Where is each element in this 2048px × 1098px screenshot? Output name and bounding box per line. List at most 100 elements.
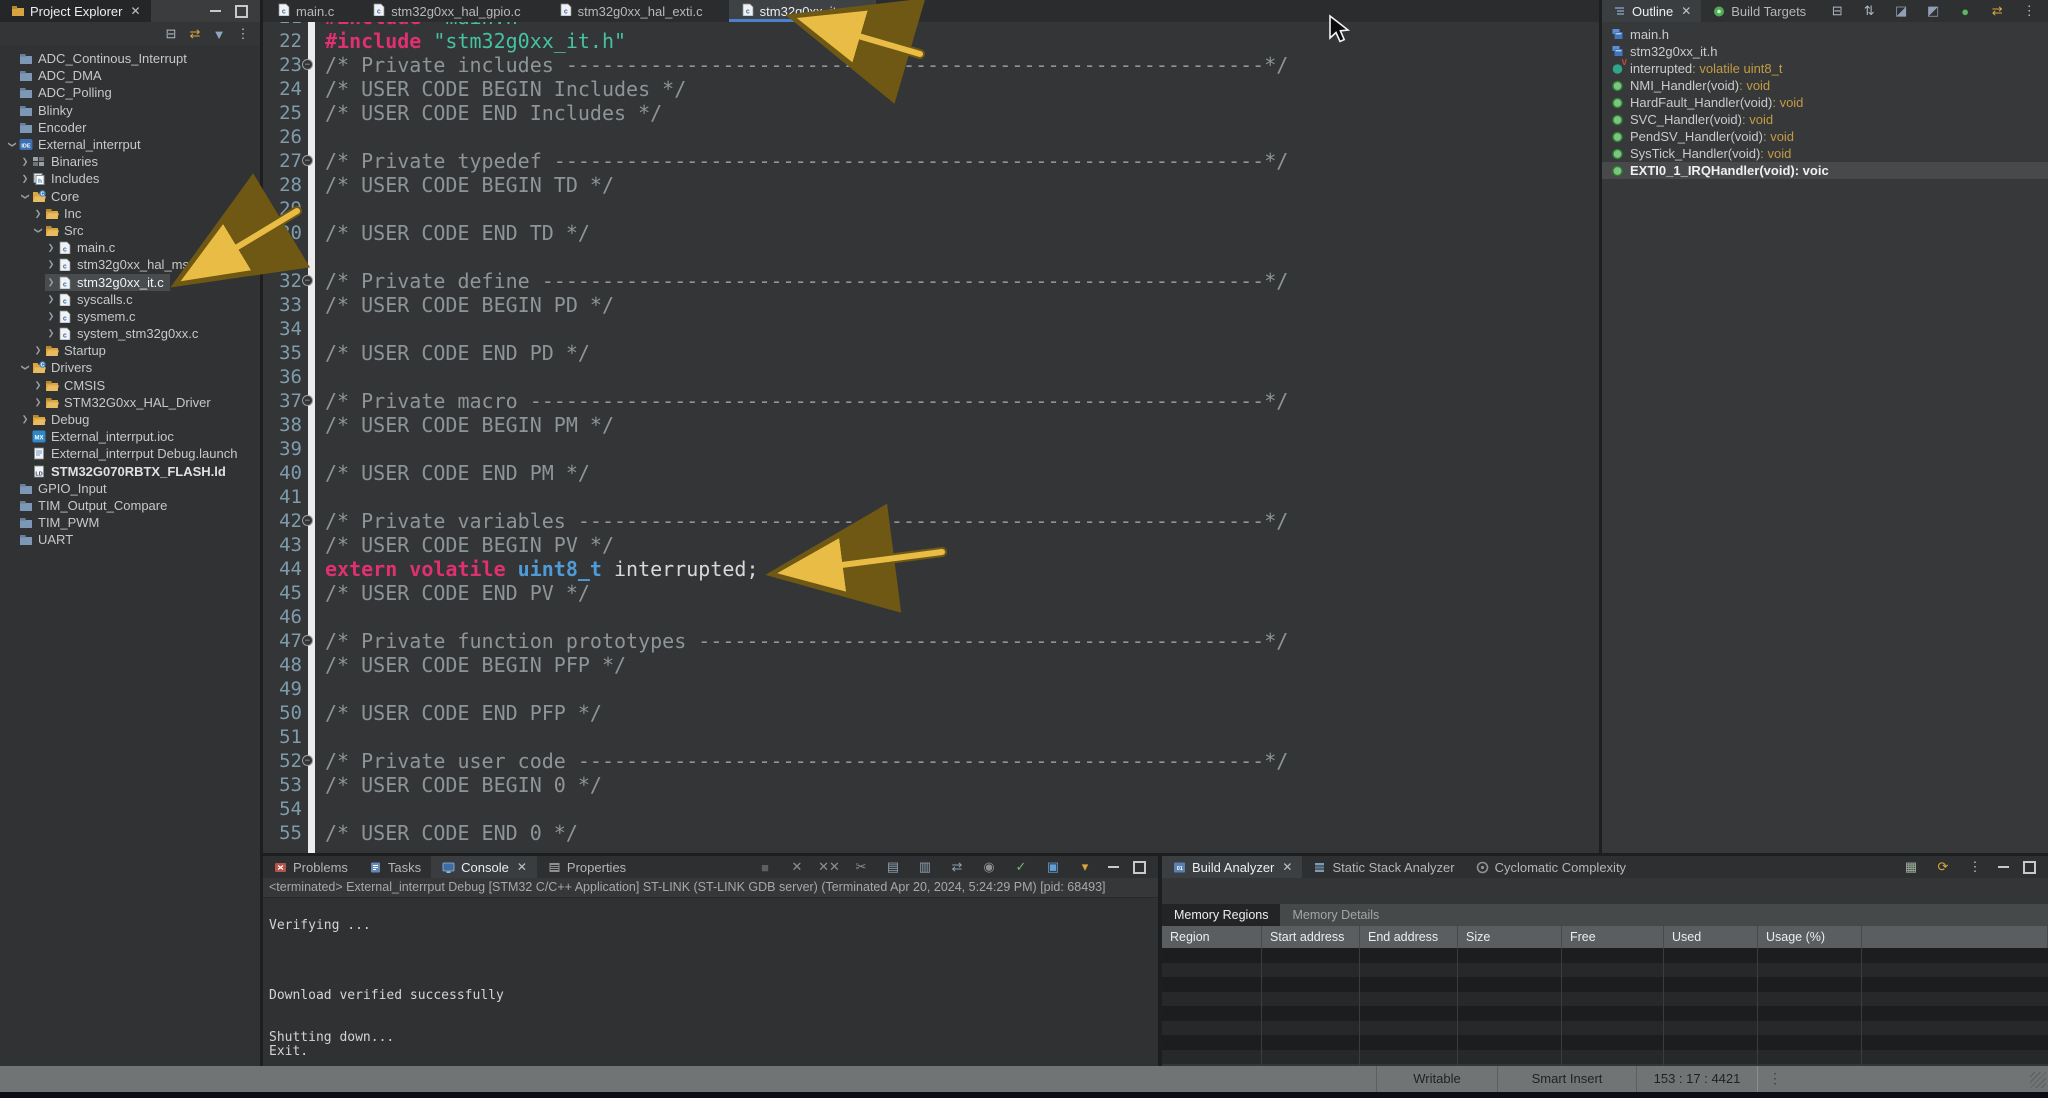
code-line-30[interactable]: 30/* USER CODE END TD */ xyxy=(263,221,1599,245)
view-menu-icon[interactable]: ⋮ xyxy=(234,25,252,43)
tree-item-tim-output-compare[interactable]: TIM_Output_Compare xyxy=(0,497,260,514)
tree-item-inc[interactable]: ❯Inc xyxy=(0,205,260,222)
tab-static-stack-analyzer[interactable]: Static Stack Analyzer xyxy=(1302,856,1464,878)
code-line-37[interactable]: 37−/* Private macro --------------------… xyxy=(263,389,1599,413)
view-menu-icon[interactable]: ⋮ xyxy=(1966,858,1984,876)
tab-cyclomatic-complexity[interactable]: Cyclomatic Complexity xyxy=(1465,856,1636,878)
tab-project-explorer[interactable]: Project Explorer ✕ xyxy=(0,0,151,22)
code-line-54[interactable]: 54 xyxy=(263,797,1599,821)
outline-item-svc-handler-void-[interactable]: SVC_Handler(void) : void xyxy=(1602,111,2048,128)
fold-marker-icon[interactable]: − xyxy=(302,275,313,286)
code-line-33[interactable]: 33/* USER CODE BEGIN PD */ xyxy=(263,293,1599,317)
close-icon[interactable]: ✕ xyxy=(517,860,527,874)
column-header-end-address[interactable]: End address xyxy=(1360,926,1458,948)
column-header-start-address[interactable]: Start address xyxy=(1262,926,1360,948)
tree-item-debug[interactable]: ❯Debug xyxy=(0,411,260,428)
code-line-27[interactable]: 27−/* Private typedef ------------------… xyxy=(263,149,1599,173)
close-icon[interactable]: ✕ xyxy=(1282,860,1292,874)
expander-icon[interactable]: ❯ xyxy=(20,363,30,374)
collapse-all-icon[interactable]: ⊟ xyxy=(1828,2,1846,20)
code-line-44[interactable]: 44extern volatile uint8_t interrupted; xyxy=(263,557,1599,581)
tree-item-external-interrput[interactable]: ❯IDEExternal_interrput xyxy=(0,136,260,153)
expander-icon[interactable]: ❯ xyxy=(46,329,57,339)
tree-item-main-c[interactable]: ❯cmain.c xyxy=(0,239,260,256)
fold-marker-icon[interactable]: − xyxy=(302,395,313,406)
code-line-38[interactable]: 38/* USER CODE BEGIN PM */ xyxy=(263,413,1599,437)
expander-icon[interactable]: ❯ xyxy=(46,243,57,253)
hide-fields-icon[interactable]: ◪ xyxy=(1892,2,1910,20)
tree-item-startup[interactable]: ❯Startup xyxy=(0,342,260,359)
editor-tab-stm32g0xx-hal-exti-c[interactable]: cstm32g0xx_hal_exti.c xyxy=(547,0,715,22)
editor-tab-stm32g0xx-hal-gpio-c[interactable]: cstm32g0xx_hal_gpio.c xyxy=(360,0,532,22)
outline-item-hardfault-handler-void-[interactable]: HardFault_Handler(void) : void xyxy=(1602,94,2048,111)
expander-icon[interactable]: ❯ xyxy=(33,380,44,390)
tree-item-cmsis[interactable]: ❯CMSIS xyxy=(0,377,260,394)
tree-item-stm32g0xx-hal-msp-c[interactable]: ❯cstm32g0xx_hal_msp.c xyxy=(0,256,260,273)
fold-marker-icon[interactable]: − xyxy=(302,155,313,166)
view-menu-icon[interactable]: ⋮ xyxy=(2020,2,2038,20)
close-icon[interactable]: ✕ xyxy=(854,4,864,18)
sort-icon[interactable]: ⇅ xyxy=(1860,2,1878,20)
code-line-31[interactable]: 31 xyxy=(263,245,1599,269)
close-icon[interactable]: ✕ xyxy=(130,4,140,18)
code-line-34[interactable]: 34 xyxy=(263,317,1599,341)
refresh-icon[interactable]: ⟳ xyxy=(1934,858,1952,876)
clear-console-icon[interactable]: ✂ xyxy=(852,858,870,876)
code-line-36[interactable]: 36 xyxy=(263,365,1599,389)
code-line-40[interactable]: 40/* USER CODE END PM */ xyxy=(263,461,1599,485)
hide-static-icon[interactable]: ◩ xyxy=(1924,2,1942,20)
code-line-39[interactable]: 39 xyxy=(263,437,1599,461)
tree-item-core[interactable]: ❯CCore xyxy=(0,188,260,205)
tree-item-tim-pwm[interactable]: TIM_PWM xyxy=(0,514,260,531)
tree-item-uart[interactable]: UART xyxy=(0,531,260,548)
expander-icon[interactable]: ❯ xyxy=(20,174,31,184)
code-line-29[interactable]: 29 xyxy=(263,197,1599,221)
tab-console[interactable]: Console✕ xyxy=(431,856,537,878)
tab-build-analyzer[interactable]: 01Build Analyzer✕ xyxy=(1162,856,1302,878)
tab-properties[interactable]: Properties xyxy=(537,856,636,878)
code-line-42[interactable]: 42−/* Private variables ----------------… xyxy=(263,509,1599,533)
fold-marker-icon[interactable]: − xyxy=(302,635,313,646)
code-line-26[interactable]: 26 xyxy=(263,125,1599,149)
subtab-memory-regions[interactable]: Memory Regions xyxy=(1162,904,1280,926)
maximize-icon[interactable] xyxy=(235,5,248,18)
word-wrap-icon[interactable]: ▥ xyxy=(916,858,934,876)
outline-item-nmi-handler-void-[interactable]: NMI_Handler(void) : void xyxy=(1602,77,2048,94)
code-line-55[interactable]: 55/* USER CODE END 0 */ xyxy=(263,821,1599,845)
outline-item-main-h[interactable]: main.h xyxy=(1602,26,2048,43)
tree-item-external-interrput-ioc[interactable]: MXExternal_interrput.ioc xyxy=(0,428,260,445)
tree-item-system-stm32g0xx-c[interactable]: ❯csystem_stm32g0xx.c xyxy=(0,325,260,342)
code-line-22[interactable]: 22#include "stm32g0xx_it.h" xyxy=(263,29,1599,53)
code-line-53[interactable]: 53/* USER CODE BEGIN 0 */ xyxy=(263,773,1599,797)
expander-icon[interactable]: ❯ xyxy=(20,415,31,425)
column-header-used[interactable]: Used xyxy=(1664,926,1758,948)
code-line-45[interactable]: 45/* USER CODE END PV */ xyxy=(263,581,1599,605)
fold-marker-icon[interactable]: − xyxy=(302,59,313,70)
code-line-28[interactable]: 28/* USER CODE BEGIN TD */ xyxy=(263,173,1599,197)
code-line-24[interactable]: 24/* USER CODE BEGIN Includes */ xyxy=(263,77,1599,101)
tree-item-src[interactable]: ❯Src xyxy=(0,222,260,239)
column-header-free[interactable]: Free xyxy=(1562,926,1664,948)
collapse-all-icon[interactable]: ⊟ xyxy=(162,25,180,43)
tree-item-binaries[interactable]: ❯Binaries xyxy=(0,153,260,170)
code-line-25[interactable]: 25/* USER CODE END Includes */ xyxy=(263,101,1599,125)
scroll-lock-icon[interactable]: ▤ xyxy=(884,858,902,876)
terminate-icon[interactable]: ■ xyxy=(756,858,774,876)
new-console-icon[interactable]: ▾ xyxy=(1076,858,1094,876)
close-icon[interactable]: ✕ xyxy=(1681,4,1691,18)
open-console-icon[interactable]: ▣ xyxy=(1044,858,1062,876)
outline-item-systick-handler-void-[interactable]: SysTick_Handler(void) : void xyxy=(1602,145,2048,162)
status-menu-icon[interactable]: ⋮ xyxy=(1768,1070,1783,1087)
editor-tab-stm32g0xx-it-c[interactable]: cstm32g0xx_it.c✕ xyxy=(729,0,877,22)
tab-build-targets[interactable]: Build Targets xyxy=(1701,0,1816,22)
tree-item-sysmem-c[interactable]: ❯csysmem.c xyxy=(0,308,260,325)
maximize-icon[interactable] xyxy=(2023,861,2036,874)
tree-item-adc-continous-interrupt[interactable]: ADC_Continous_Interrupt xyxy=(0,50,260,67)
remove-launch-icon[interactable]: ✕ xyxy=(788,858,806,876)
maximize-icon[interactable] xyxy=(1133,861,1146,874)
fold-marker-icon[interactable]: − xyxy=(302,515,313,526)
column-header-region[interactable]: Region xyxy=(1162,926,1262,948)
outline-item-interrupted[interactable]: Vinterrupted : volatile uint8_t xyxy=(1602,60,2048,77)
tree-item-external-interrput-debug-launch[interactable]: External_interrput Debug.launch xyxy=(0,445,260,462)
tree-item-includes[interactable]: ❯hIncludes xyxy=(0,170,260,187)
